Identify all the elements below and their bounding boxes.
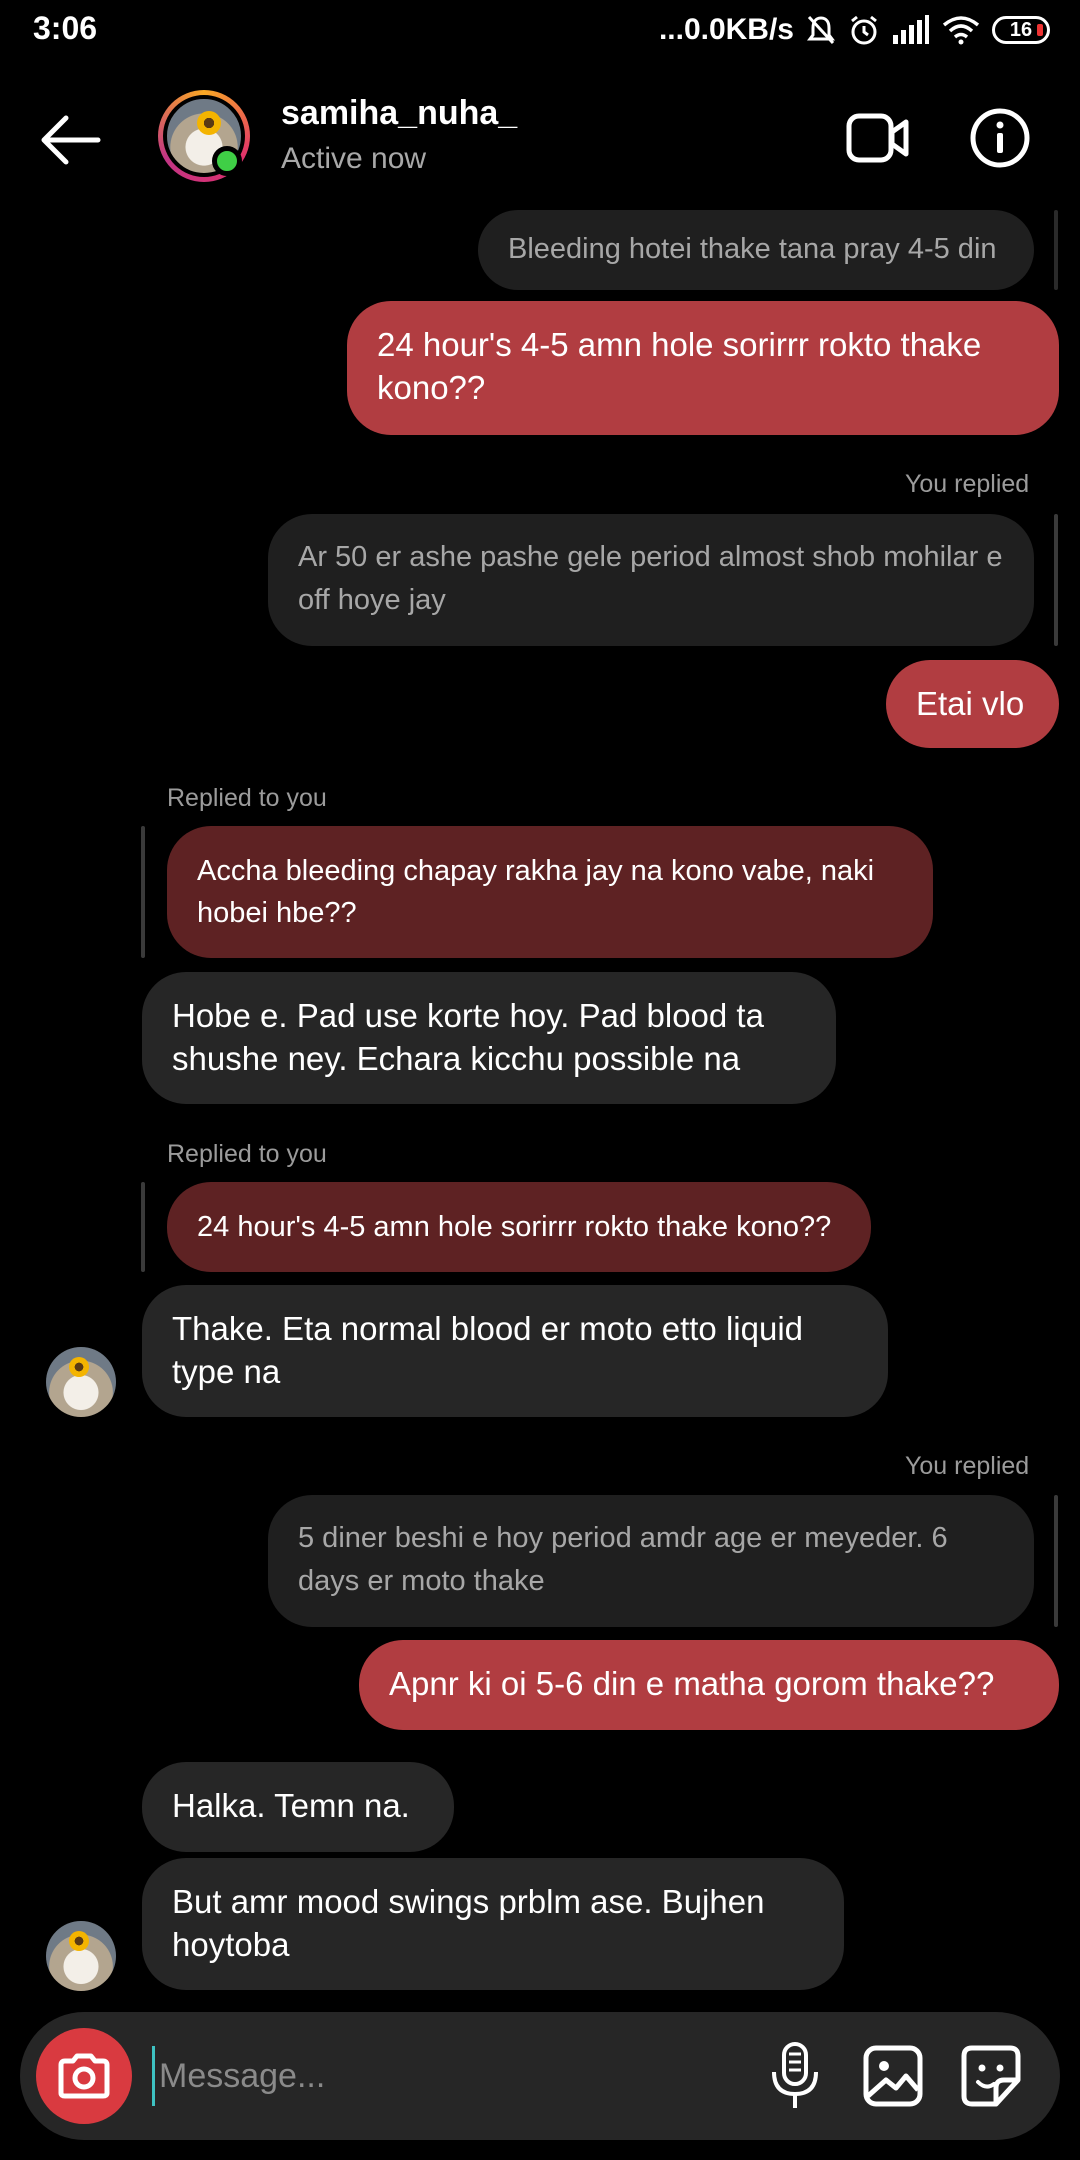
quoted-reply[interactable]: 24 hour's 4-5 amn hole sorirrr rokto tha…: [167, 1182, 871, 1272]
sticker-icon[interactable]: [956, 2040, 1026, 2112]
reply-label: Replied to you: [167, 784, 327, 812]
sent-message[interactable]: Apnr ki oi 5-6 din e matha gorom thake??: [359, 1640, 1059, 1730]
reply-label: You replied: [905, 1452, 1030, 1480]
message-list[interactable]: Bleeding hotei thake tana pray 4-5 din 2…: [0, 0, 1080, 2160]
received-message[interactable]: Hobe e. Pad use korte hoy. Pad blood ta …: [142, 972, 836, 1104]
reply-label: You replied: [905, 470, 1030, 498]
received-message[interactable]: But amr mood swings prblm ase. Bujhen ho…: [142, 1858, 844, 1990]
sent-message[interactable]: Etai vlo: [886, 660, 1059, 748]
sent-message[interactable]: 24 hour's 4-5 amn hole sorirrr rokto tha…: [347, 301, 1059, 435]
received-message[interactable]: Thake. Eta normal blood er moto etto liq…: [142, 1285, 888, 1417]
gallery-icon[interactable]: [858, 2040, 928, 2112]
microphone-icon[interactable]: [760, 2040, 830, 2112]
reply-label: Replied to you: [167, 1140, 327, 1168]
quoted-reply[interactable]: Accha bleeding chapay rakha jay na kono …: [167, 826, 933, 958]
quote-bar: [141, 826, 145, 958]
quote-bar: [141, 1182, 145, 1272]
message-input[interactable]: [152, 2046, 719, 2106]
camera-button[interactable]: [36, 2028, 132, 2124]
message-composer: [20, 2012, 1060, 2140]
quoted-message[interactable]: Ar 50 er ashe pashe gele period almost s…: [268, 514, 1034, 646]
received-message[interactable]: Halka. Temn na.: [142, 1762, 454, 1852]
quoted-message[interactable]: 5 diner beshi e hoy period amdr age er m…: [268, 1495, 1034, 1627]
camera-icon: [58, 2053, 110, 2099]
quote-bar: [1054, 514, 1058, 646]
quoted-message[interactable]: Bleeding hotei thake tana pray 4-5 din: [478, 210, 1034, 290]
quote-bar: [1054, 1495, 1058, 1627]
quote-bar: [1054, 210, 1058, 290]
avatar[interactable]: [46, 1921, 116, 1991]
avatar[interactable]: [46, 1347, 116, 1417]
